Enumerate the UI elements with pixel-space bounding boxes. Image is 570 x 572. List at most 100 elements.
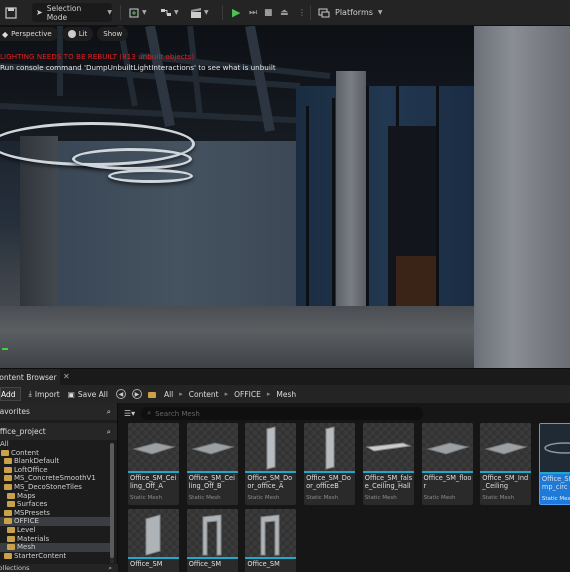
tree-item[interactable]: All [0, 440, 110, 449]
tree-item[interactable]: MS_ConcreteSmoothV1 [0, 474, 110, 483]
lit-button[interactable]: Lit [61, 27, 94, 41]
tree-item[interactable]: Maps [0, 492, 110, 501]
import-label: Import [34, 389, 60, 399]
platforms-dropdown[interactable]: Platforms ▼ [318, 3, 383, 22]
breadcrumb-separator: ▸ [224, 390, 229, 398]
ring-lamp-medium[interactable] [72, 148, 192, 170]
asset-tile[interactable]: Office_SM_Door_office_A Static Mesh [245, 423, 297, 505]
search-icon[interactable]: ⌕ [107, 427, 111, 437]
tree-item-label: MS_DecoStoneTiles [14, 482, 82, 491]
asset-type-bar [304, 471, 356, 473]
asset-type-bar [480, 471, 532, 473]
show-button[interactable]: Show [97, 27, 129, 41]
search-icon[interactable]: ⌕ [108, 564, 112, 572]
folder-icon [1, 449, 9, 456]
breadcrumb-item[interactable]: OFFICE [234, 390, 261, 399]
tree-item[interactable]: LoftOffice [0, 466, 110, 475]
search-input[interactable]: ⌕ Search Mesh [141, 407, 424, 420]
chevron-down-icon: ▼ [174, 9, 179, 16]
viewport-toolbar: ◆ Perspective Lit Show [0, 26, 129, 42]
cinematics-button[interactable]: ▼ [190, 3, 209, 22]
step-icon[interactable]: ⏭ [249, 3, 257, 22]
add-button[interactable]: Add [0, 387, 21, 401]
tree-item[interactable]: BlankDefault [0, 457, 110, 466]
asset-type-bar [128, 471, 179, 473]
back-icon[interactable]: ◀ [115, 389, 126, 399]
blueprint-icon [161, 8, 171, 16]
breadcrumb-item[interactable]: All [164, 390, 173, 399]
level-viewport[interactable]: ◆ Perspective Lit Show LIGHTING NEEDS TO… [0, 26, 570, 368]
save-icon[interactable] [5, 3, 17, 22]
asset-name: Office_SM_Ceiling_Off_B [188, 474, 235, 491]
asset-tile[interactable]: Office_SM_false_Ceiling_Hall Static Mesh [362, 423, 414, 505]
import-button[interactable]: ⤓ Import [29, 389, 60, 399]
asset-tile[interactable]: Office_SM_Ceiling_Off_B Static Mesh [186, 423, 238, 505]
asset-name: Office_SM [188, 560, 222, 568]
tree-item[interactable]: MS_DecoStoneTiles [0, 483, 110, 492]
asset-tile[interactable]: Office_SM_floor Static Mesh [421, 423, 473, 505]
asset-name: Office_SM_Ind_Ceiling [482, 474, 529, 491]
tree-item[interactable]: OFFICE [0, 517, 110, 526]
search-placeholder: Search Mesh [155, 409, 200, 418]
favorites-header[interactable]: Favorites ⌕ [0, 403, 117, 420]
save-all-button[interactable]: ▣ Save All [68, 390, 108, 399]
tree-item-label: BlankDefault [14, 457, 60, 466]
tree-item-label: Maps [17, 491, 36, 500]
asset-type: Static Mesh [482, 495, 515, 501]
tab-content-browser[interactable]: Content Browser [0, 369, 60, 386]
asset-view: ☰▾ ⌕ Search Mesh Office_SM_Ceiling_Off_A… [120, 403, 570, 572]
asset-name: Office_SM_Door_office_A [247, 474, 293, 491]
add-label: Add [1, 389, 16, 399]
folder-icon [7, 544, 15, 551]
asset-name: Office_SM_Door_officeB [306, 474, 351, 491]
forward-icon[interactable]: ▶ [131, 389, 142, 399]
close-icon[interactable]: ✕ [63, 372, 70, 381]
tree-item[interactable]: Materials [0, 535, 110, 544]
clapperboard-icon [191, 7, 201, 18]
folder-icon [7, 501, 15, 508]
perspective-button[interactable]: ◆ Perspective [0, 27, 58, 41]
lit-label: Lit [78, 30, 88, 38]
tree-item-label: OFFICE [14, 517, 39, 526]
asset-thumbnail [245, 509, 297, 557]
cursor-icon: ➤ [36, 8, 43, 17]
content-browser-tabbar: Content Browser ✕ [0, 368, 570, 386]
tree-item[interactable]: StarterContent [0, 552, 110, 561]
tree-item[interactable]: Surfaces [0, 500, 110, 509]
tree-scrollbar[interactable] [110, 443, 114, 563]
asset-tile[interactable]: Office_SM [245, 509, 297, 572]
more-options-icon[interactable]: ⋮ [298, 3, 306, 22]
blueprint-button[interactable]: ▼ [160, 3, 179, 22]
folder-icon [7, 526, 15, 533]
folder-icon [4, 509, 12, 516]
eject-icon[interactable]: ⏏ [280, 3, 289, 22]
folder-icon [7, 492, 15, 499]
asset-type: Static Mesh [541, 496, 570, 502]
search-icon[interactable]: ⌕ [107, 407, 111, 417]
collections-header[interactable]: Collections ⌕ [0, 564, 118, 572]
add-actor-button[interactable]: ▼ [128, 3, 147, 22]
asset-tile[interactable]: Office_SM_Ceiling_Off_A Static Mesh [128, 423, 179, 505]
play-icon[interactable]: ▶ [232, 3, 240, 22]
asset-tile[interactable]: Office_SM_Ind_Ceiling Static Mesh [480, 423, 532, 505]
ring-lamp-small[interactable] [108, 169, 193, 183]
project-header[interactable]: Office_project ⌕ [0, 423, 117, 440]
selection-mode-dropdown[interactable]: ➤ Selection Mode ▼ [32, 3, 112, 22]
tree-item[interactable]: Mesh [0, 543, 110, 552]
asset-tile[interactable]: Office_SM [186, 509, 238, 572]
tree-item[interactable]: Level [0, 526, 110, 535]
filter-icon[interactable]: ☰▾ [124, 409, 135, 418]
collections-label: Collections [0, 564, 30, 572]
stop-icon[interactable]: ■ [264, 3, 273, 22]
tree-item[interactable]: MSPresets [0, 509, 110, 518]
tree-item-label: StarterContent [14, 551, 67, 560]
project-label: Office_project [0, 427, 46, 436]
asset-tile[interactable]: Office_SM_Door_officeB Static Mesh [304, 423, 356, 505]
asset-tile[interactable]: Office_SM_Lamp_circ Static Mesh [538, 423, 570, 505]
breadcrumb-item[interactable]: Content [189, 390, 219, 399]
tab-label: Content Browser [0, 373, 57, 382]
tree-item[interactable]: Content [0, 449, 110, 458]
breadcrumb-item[interactable]: Mesh [276, 390, 296, 399]
folder-icon [4, 458, 12, 465]
asset-tile[interactable]: Office_SM [128, 509, 179, 572]
